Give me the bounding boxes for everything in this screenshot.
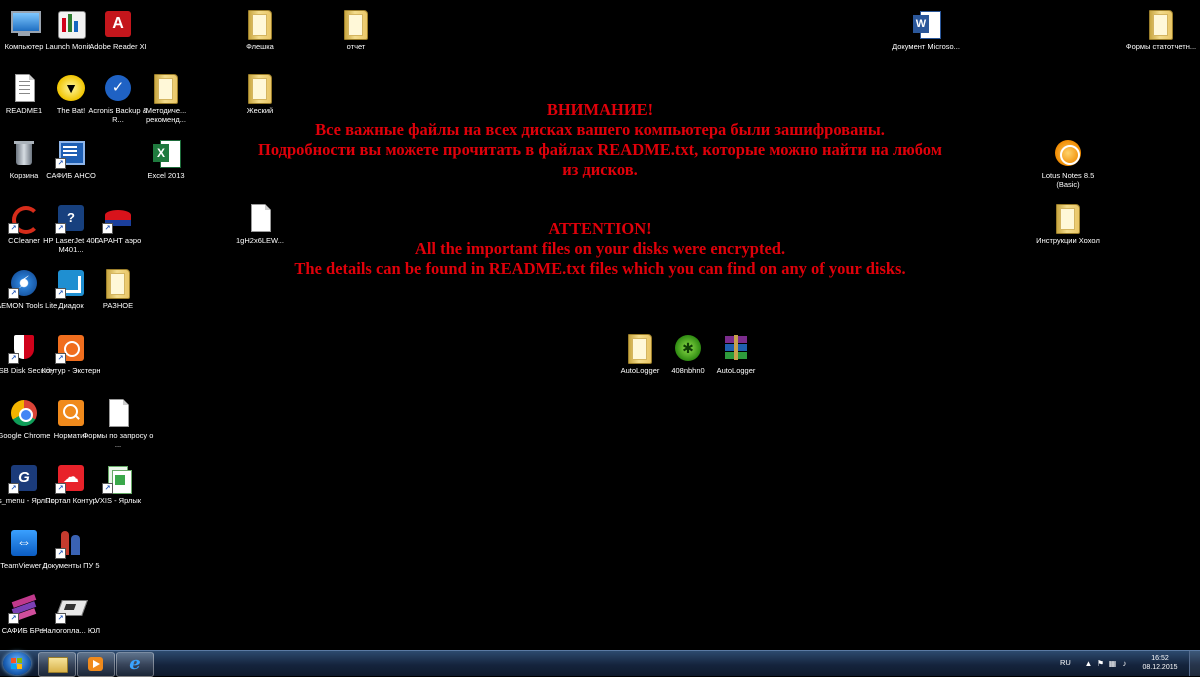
desktop-icon-safib-anso[interactable]: ↗ САФИБ АНСО — [35, 134, 107, 196]
shortcut-arrow-icon: ↗ — [8, 483, 19, 494]
explorer-folder-icon — [48, 657, 68, 673]
desktop-icon-documents-pu[interactable]: ↗ Документы ПУ 5 — [35, 524, 107, 586]
desktop-icon-label: Документ Microso... — [892, 42, 960, 51]
shortcut-arrow-icon: ↗ — [102, 223, 113, 234]
shortcut-arrow-icon: ↗ — [55, 353, 66, 364]
taskbar-internet-explorer-button[interactable]: e — [116, 652, 154, 677]
ransom-line-en-2: The details can be found in README.txt f… — [294, 259, 906, 278]
desktop-icon-kontur-extern[interactable]: ↗ Контур - Экстерн — [35, 329, 107, 391]
clock-date: 08.12.2015 — [1142, 664, 1178, 671]
start-button[interactable] — [3, 652, 31, 675]
taskbar: e RU ▲ ⚑ ▦ ♪ 16:52 08.12.2015 — [0, 650, 1200, 677]
shortcut-arrow-icon: ↗ — [8, 288, 19, 299]
taskbar-explorer-button[interactable] — [38, 652, 76, 677]
desktop-icon-formy-po-zaprosu[interactable]: Формы по запросу о ... — [82, 394, 154, 456]
desktop-icon-label: Формы статотчетн... — [1125, 42, 1197, 51]
ransom-message: ВНИМАНИЕ! Все важные файлы на всех диска… — [150, 100, 1050, 279]
adobe-reader-icon: A — [102, 8, 134, 40]
desktop-icon-label: Документы ПУ 5 — [42, 561, 100, 570]
ransom-line-ru-3: из дисков. — [562, 160, 638, 179]
desktop-icon-label: Adobe Reader XI — [89, 42, 147, 51]
language-indicator[interactable]: RU — [1060, 658, 1071, 667]
desktop-icon-label: Формы по запросу о ... — [82, 431, 154, 449]
shortcut-arrow-icon: ↗ — [55, 483, 66, 494]
system-tray: RU ▲ ⚑ ▦ ♪ 16:52 08.12.2015 — [1050, 651, 1200, 676]
folder-icon — [1052, 202, 1084, 234]
folder-icon — [1145, 8, 1177, 40]
shortcut-arrow-icon: ↗ — [8, 223, 19, 234]
clock[interactable]: 16:52 08.12.2015 — [1140, 654, 1180, 672]
winrar-icon — [720, 332, 752, 364]
desktop-icon-formy-statotchet[interactable]: Формы статотчетн... — [1125, 5, 1197, 67]
nalogoplatelshchik-icon: ↗ — [55, 592, 88, 624]
folder-icon — [244, 8, 276, 40]
show-desktop-button[interactable] — [1189, 651, 1200, 676]
desktop-icon-adobe-reader[interactable]: A Adobe Reader XI — [82, 5, 154, 67]
desktop-icon-label: ГАРАНТ аэро — [94, 236, 142, 245]
documents-pu-icon: ↗ — [55, 527, 87, 559]
kontur-icon: ↗ — [55, 332, 87, 364]
shortcut-arrow-icon: ↗ — [55, 548, 66, 559]
ransom-line-en-1: All the important files on your disks we… — [414, 239, 786, 258]
show-hidden-icons-icon[interactable]: ▲ — [1084, 659, 1093, 668]
message-gap — [150, 180, 1050, 219]
shortcut-arrow-icon: ↗ — [55, 613, 66, 624]
shortcut-arrow-icon: ↗ — [102, 483, 113, 494]
action-center-flag-icon[interactable]: ⚑ — [1096, 659, 1105, 668]
desktop-icon-label: РАЗНОЕ — [102, 301, 134, 310]
garant-icon: ↗ — [102, 202, 134, 234]
shortcut-arrow-icon: ↗ — [8, 353, 19, 364]
vxis-icon: ↗ — [102, 462, 134, 494]
ransom-line-ru-2: Подробности вы можете прочитать в файлах… — [258, 140, 942, 159]
desktop-icon-label: Контур - Экстерн — [41, 366, 101, 375]
word-document-icon: W — [910, 8, 942, 40]
clock-time: 16:52 — [1151, 655, 1169, 662]
shortcut-arrow-icon: ↗ — [55, 158, 66, 169]
desktop-icon-fleshka[interactable]: Флешка — [224, 5, 296, 67]
ransom-line-ru-1: Все важные файлы на всех дисках вашего к… — [315, 120, 885, 139]
shortcut-arrow-icon: ↗ — [55, 223, 66, 234]
desktop-icon-label: Налогопла... ЮЛ — [41, 626, 101, 635]
shortcut-arrow-icon: ↗ — [55, 288, 66, 299]
network-icon[interactable]: ▦ — [1108, 659, 1117, 668]
desktop-icon-label: AutoLogger — [716, 366, 756, 375]
taskbar-media-player-button[interactable] — [77, 652, 115, 677]
desktop-icon-raznoe[interactable]: РАЗНОЕ — [82, 264, 154, 326]
desktop-icon-garant[interactable]: ↗ ГАРАНТ аэро — [82, 199, 154, 261]
ransom-title-ru: ВНИМАНИЕ! — [546, 100, 654, 119]
shortcut-arrow-icon: ↗ — [8, 613, 19, 624]
ransom-title-en: ATTENTION! — [548, 219, 652, 238]
internet-explorer-icon: e — [129, 653, 141, 674]
windows-logo-icon — [11, 658, 23, 669]
lotus-notes-icon — [1052, 137, 1084, 169]
desktop-icon-word-document[interactable]: W Документ Microso... — [890, 5, 962, 67]
folder-icon — [340, 8, 372, 40]
safib-icon: ↗ — [55, 137, 87, 169]
desktop-icon-label: САФИБ АНСО — [46, 171, 96, 180]
desktop-icon-otchet[interactable]: отчет — [320, 5, 392, 67]
desktop: Компьютер README1 Корзина ↗ CCleaner ⚡ ↗… — [0, 0, 1200, 650]
desktop-icon-vxis[interactable]: ↗ VXIS - Ярлык — [82, 459, 154, 521]
desktop-icon-label: Флешка — [246, 42, 274, 51]
desktop-icon-autologger-rar[interactable]: AutoLogger — [700, 329, 772, 391]
volume-icon[interactable]: ♪ — [1120, 659, 1129, 668]
desktop-icon-label: отчет — [346, 42, 366, 51]
desktop-icon-label: VXIS - Ярлык — [94, 496, 142, 505]
desktop-icon-nalogoplatelshchik[interactable]: ↗ Налогопла... ЮЛ — [35, 589, 107, 651]
blank-file-icon — [102, 397, 134, 429]
folder-icon — [102, 267, 134, 299]
